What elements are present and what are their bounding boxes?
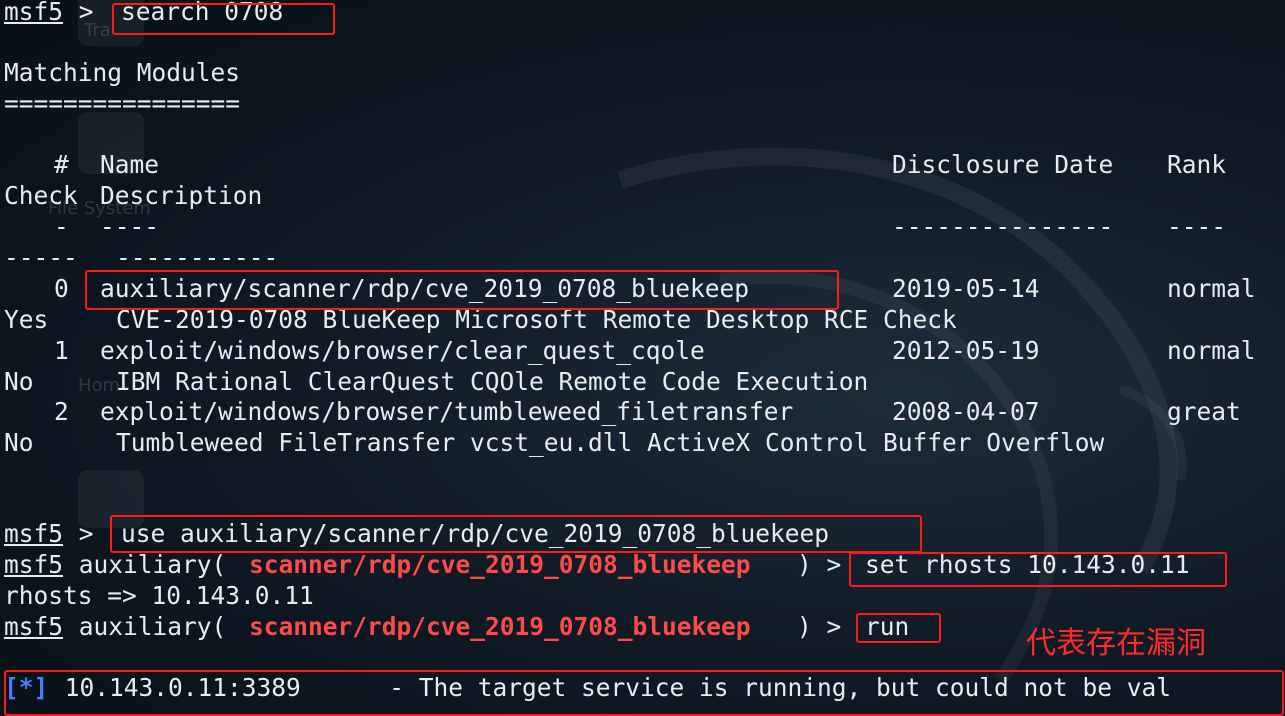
dash-date: ---------------	[892, 212, 1114, 241]
results-title-text: Matching Modules	[4, 58, 241, 87]
set-command-text: set rhosts 10.143.0.11	[865, 550, 1190, 579]
prompt-context-open: auxiliary(	[64, 550, 227, 579]
prompt-label: msf5	[4, 550, 64, 579]
row-num: 2	[54, 397, 69, 426]
table-row[interactable]: 1 exploit/windows/browser/clear_quest_cq…	[4, 335, 1256, 366]
header-date: Disclosure Date	[892, 150, 1114, 179]
table-row[interactable]: 2 exploit/windows/browser/tumbleweed_fil…	[4, 396, 1241, 427]
prompt-context-close: ) >	[797, 612, 857, 641]
row-rank: normal	[1167, 274, 1256, 303]
set-command-line: msf5 auxiliary( scanner/rdp/cve_2019_070…	[4, 549, 1190, 580]
table-row-detail: Yes CVE-2019-0708 BlueKeep Microsoft Rem…	[4, 304, 957, 335]
results-underline-text: ================	[4, 89, 241, 118]
table-row-detail: No IBM Rational ClearQuest CQOle Remote …	[4, 366, 868, 397]
row-check: Yes	[4, 305, 49, 334]
prompt-context-close: ) >	[797, 550, 857, 579]
table-row[interactable]: 0 auxiliary/scanner/rdp/cve_2019_0708_bl…	[4, 273, 1256, 304]
use-command-line: msf5 > use auxiliary/scanner/rdp/cve_201…	[4, 518, 829, 549]
active-module-name: scanner/rdp/cve_2019_0708_bluekeep	[249, 612, 751, 641]
dash-num: -	[54, 212, 69, 241]
row-module-name: exploit/windows/browser/clear_quest_cqol…	[100, 336, 705, 365]
prompt-label: msf5	[4, 612, 64, 641]
row-description: Tumbleweed FileTransfer vcst_eu.dll Acti…	[116, 428, 1105, 457]
table-row-detail: No Tumbleweed FileTransfer vcst_eu.dll A…	[4, 427, 1104, 458]
dash-description: -----------	[116, 243, 279, 272]
run-command-text: run	[865, 612, 910, 641]
search-command-text: search 0708	[121, 0, 284, 26]
header-name: Name	[100, 150, 160, 179]
table-header-row: # Name Disclosure Date Rank	[4, 149, 1226, 180]
prompt-separator: >	[64, 0, 109, 26]
info-tag: [*]	[4, 673, 49, 702]
row-num: 1	[54, 336, 69, 365]
row-date: 2008-04-07	[892, 397, 1040, 426]
prompt-separator: >	[64, 519, 109, 548]
scan-result-line: [*] 10.143.0.11:3389 - The target servic…	[4, 672, 1171, 703]
row-module-name: exploit/windows/browser/tumbleweed_filet…	[100, 397, 794, 426]
row-date: 2012-05-19	[892, 336, 1040, 365]
prompt-label: msf5	[4, 519, 64, 548]
dash-check: -----	[4, 243, 78, 272]
set-output-text: rhosts => 10.143.0.11	[4, 581, 314, 610]
table-dash-row: - ---- --------------- ----	[4, 211, 1226, 242]
header-description: Description	[100, 181, 263, 210]
row-rank: great	[1167, 397, 1241, 426]
search-command-line: msf5 > search 0708	[4, 0, 283, 27]
scan-result-wrap	[4, 703, 63, 716]
table-dash-row-2: ----- -----------	[4, 242, 278, 273]
row-rank: normal	[1167, 336, 1256, 365]
scan-result-text: 10.143.0.11:3389 - The target service is…	[50, 673, 1172, 702]
header-rank: Rank	[1167, 150, 1227, 179]
row-date: 2019-05-14	[892, 274, 1040, 303]
row-description: CVE-2019-0708 BlueKeep Microsoft Remote …	[116, 305, 957, 334]
prompt-context-open: auxiliary(	[64, 612, 227, 641]
header-num: #	[54, 150, 69, 179]
set-output-line: rhosts => 10.143.0.11	[4, 580, 314, 611]
active-module-name: scanner/rdp/cve_2019_0708_bluekeep	[249, 550, 751, 579]
results-title: Matching Modules	[4, 57, 240, 88]
results-title-underline: ================	[4, 88, 240, 119]
prompt-label: msf5	[4, 0, 64, 26]
desktop-label-home: Hom	[78, 375, 121, 396]
terminal-window[interactable]: Tra File System Hom msf5 > search 0708 M…	[0, 0, 1285, 716]
header-check: Check	[4, 181, 78, 210]
vulnerability-annotation: 代表存在漏洞	[1026, 626, 1206, 661]
run-command-line: msf5 auxiliary( scanner/rdp/cve_2019_070…	[4, 611, 909, 642]
row-check: No	[4, 367, 34, 396]
row-check: No	[4, 428, 34, 457]
dash-rank: ----	[1167, 212, 1227, 241]
row-module-name: auxiliary/scanner/rdp/cve_2019_0708_blue…	[100, 274, 750, 303]
row-description: IBM Rational ClearQuest CQOle Remote Cod…	[116, 367, 869, 396]
use-command-text: use auxiliary/scanner/rdp/cve_2019_0708_…	[121, 519, 830, 548]
dash-name: ----	[100, 212, 160, 241]
row-num: 0	[54, 274, 69, 303]
table-header-row-2: Check Description	[4, 180, 262, 211]
